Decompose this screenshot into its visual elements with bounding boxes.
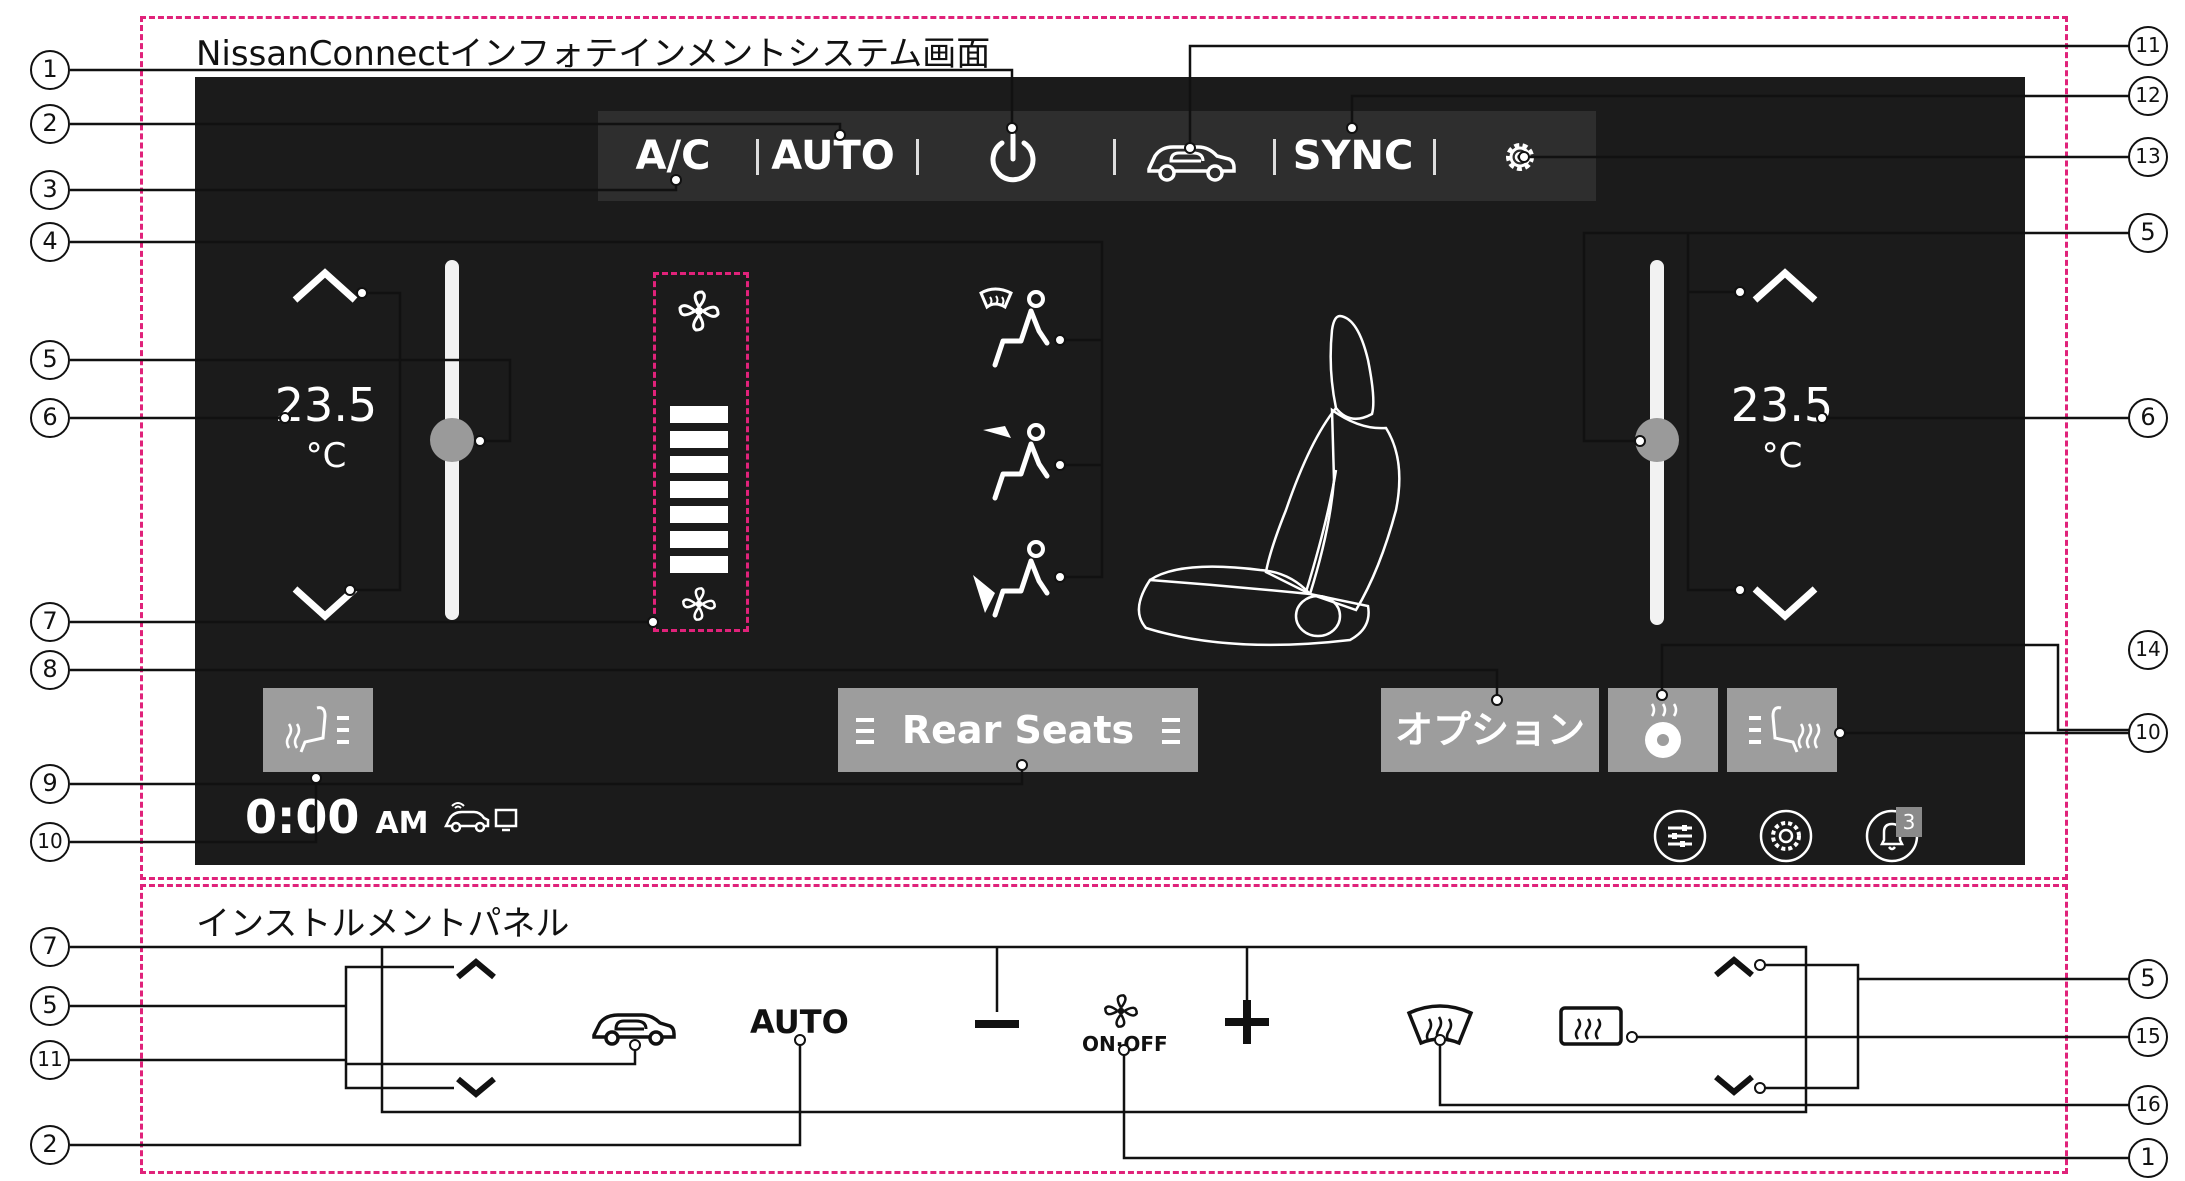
callout-12: 12	[2128, 76, 2168, 116]
callout-3: 3	[30, 170, 70, 210]
callout-14: 14	[2128, 630, 2168, 670]
callout-16: 16	[2128, 1085, 2168, 1125]
callout-1: 1	[30, 50, 70, 90]
callout-5: 5	[2128, 213, 2168, 253]
callout-13: 13	[2128, 137, 2168, 177]
callout-2: 2	[30, 104, 70, 144]
callout-5: 5	[30, 340, 70, 380]
callout-7: 7	[30, 602, 70, 642]
callout-11: 11	[30, 1040, 70, 1080]
callout-10: 10	[30, 822, 70, 862]
callout-10: 10	[2128, 713, 2168, 753]
callout-9: 9	[30, 764, 70, 804]
callout-8: 8	[30, 650, 70, 690]
callout-4: 4	[30, 222, 70, 262]
leader-lines	[70, 44, 2130, 1160]
callout-11: 11	[2128, 26, 2168, 66]
callout-5: 5	[2128, 959, 2168, 999]
callout-6: 6	[2128, 398, 2168, 438]
callout-15: 15	[2128, 1017, 2168, 1057]
callout-7: 7	[30, 927, 70, 967]
callout-1: 1	[2128, 1138, 2168, 1178]
callout-5: 5	[30, 986, 70, 1026]
callout-6: 6	[30, 398, 70, 438]
callout-2: 2	[30, 1125, 70, 1165]
